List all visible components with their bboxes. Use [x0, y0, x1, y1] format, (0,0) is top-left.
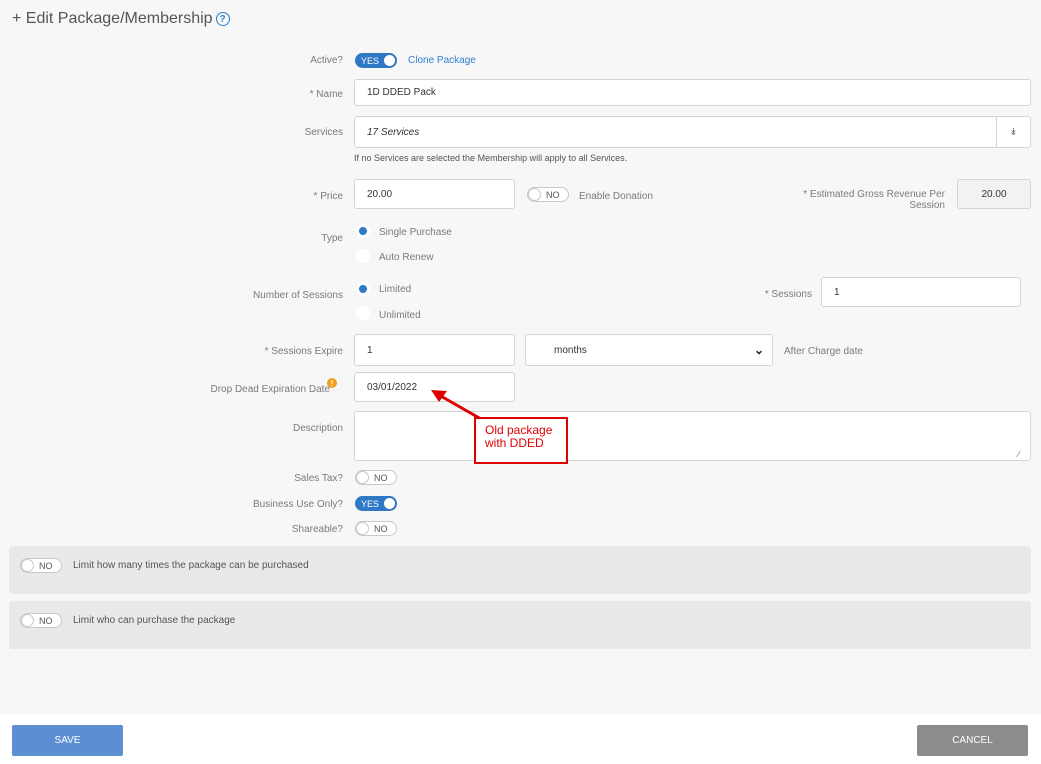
name-input[interactable]: 1D DDED Pack [354, 79, 1031, 106]
toggle-knob [528, 188, 541, 201]
business-use-label: Business Use Only? [252, 499, 343, 510]
toggle-knob [356, 471, 369, 484]
sessions-input[interactable]: 1 [821, 277, 1021, 307]
business-use-toggle[interactable]: YES [355, 496, 397, 511]
sessions-value: 1 [834, 286, 840, 298]
services-label: Services [304, 127, 343, 138]
gross-revenue-label-line2: Session [909, 200, 945, 211]
services-select[interactable]: 17 Services ↡ [354, 116, 1031, 148]
limit-purchases-toggle[interactable]: NO [20, 558, 62, 573]
type-option-single: Single Purchase [379, 227, 452, 238]
name-value: 1D DDED Pack [367, 87, 436, 98]
limit-purchases-label: Limit how many times the package can be … [73, 560, 309, 571]
type-option-auto: Auto Renew [379, 252, 434, 263]
toggle-knob [356, 522, 369, 535]
type-radio-single[interactable] [356, 224, 370, 238]
limit-purchases-panel: NO Limit how many times the package can … [9, 546, 1031, 594]
drop-dead-label: Drop Dead Expiration Date [210, 384, 330, 395]
page-title-text: + Edit Package/Membership [12, 10, 213, 27]
warning-icon[interactable]: ! [327, 378, 337, 388]
gross-revenue-value: 20.00 [957, 179, 1031, 209]
drop-dead-date-value: 03/01/2022 [367, 381, 418, 393]
sessions-expire-unit-value: months [554, 344, 587, 356]
toggle-knob [21, 559, 34, 572]
sessions-expire-value: 1 [367, 344, 373, 356]
annotation-line2: with DDED [485, 436, 544, 450]
limit-who-label: Limit who can purchase the package [73, 615, 236, 626]
description-label: Description [292, 423, 343, 434]
type-label: Type [321, 233, 343, 244]
price-value: 20.00 [367, 188, 393, 200]
toggle-knob [21, 614, 34, 627]
shareable-toggle[interactable]: NO [355, 521, 397, 536]
annotation-callout: Old package with DDED [474, 417, 568, 464]
sessions-option-limited: Limited [379, 284, 412, 295]
sessions-expire-label: * Sessions Expire [264, 346, 343, 357]
sessions-expire-input[interactable]: 1 [354, 334, 515, 366]
business-use-toggle-text: YES [361, 498, 380, 509]
price-input[interactable]: 20.00 [354, 179, 515, 209]
resize-handle-icon[interactable]: ∕ [1018, 449, 1020, 459]
page-title: + Edit Package/Membership ? [12, 10, 230, 28]
services-value: 17 Services [367, 126, 420, 138]
chevron-double-down-icon[interactable]: ↡ [996, 117, 1030, 147]
name-label: * Name [309, 89, 343, 100]
type-radio-auto[interactable] [356, 249, 370, 263]
sales-tax-label: Sales Tax? [294, 473, 343, 484]
gross-revenue-value-text: 20.00 [981, 188, 1007, 200]
gross-revenue-label: * Estimated Gross Revenue Per Session [745, 189, 945, 211]
donation-label: Enable Donation [579, 191, 653, 202]
sessions-radio-unlimited[interactable] [356, 306, 370, 320]
sales-tax-toggle[interactable]: NO [355, 470, 397, 485]
sessions-label: * Sessions [764, 289, 812, 300]
sessions-option-unlimited: Unlimited [379, 310, 421, 321]
clone-package-link[interactable]: Clone Package [408, 55, 476, 66]
limit-who-panel: NO Limit who can purchase the package [9, 601, 1031, 649]
limit-purchases-toggle-text: NO [39, 560, 53, 571]
active-toggle-text: YES [361, 55, 380, 66]
shareable-label: Shareable? [291, 524, 343, 535]
active-toggle[interactable]: YES [355, 53, 397, 68]
sessions-expire-after: After Charge date [784, 346, 863, 357]
toggle-knob [383, 497, 396, 510]
number-of-sessions-label: Number of Sessions [252, 290, 343, 301]
active-label: Active? [310, 55, 343, 66]
donation-toggle-text: NO [546, 189, 560, 200]
sessions-expire-unit-select[interactable]: months ⌄ [525, 334, 773, 366]
save-button[interactable]: SAVE [12, 725, 123, 756]
chevron-down-icon: ⌄ [753, 343, 764, 357]
shareable-toggle-text: NO [374, 523, 388, 534]
services-hint: If no Services are selected the Membersh… [354, 153, 628, 163]
price-label: * Price [313, 191, 343, 202]
footer-bar: SAVE CANCEL [0, 714, 1041, 764]
sessions-radio-limited[interactable] [356, 282, 370, 296]
arrow-shaft [438, 393, 482, 421]
limit-who-toggle[interactable]: NO [20, 613, 62, 628]
arrow-head [431, 390, 447, 402]
toggle-knob [383, 54, 396, 67]
limit-who-toggle-text: NO [39, 615, 53, 626]
help-icon[interactable]: ? [215, 12, 230, 26]
gross-revenue-label-line1: * Estimated Gross Revenue Per [803, 189, 945, 200]
cancel-button[interactable]: CANCEL [917, 725, 1028, 756]
donation-toggle[interactable]: NO [527, 187, 569, 202]
sales-tax-toggle-text: NO [374, 472, 388, 483]
